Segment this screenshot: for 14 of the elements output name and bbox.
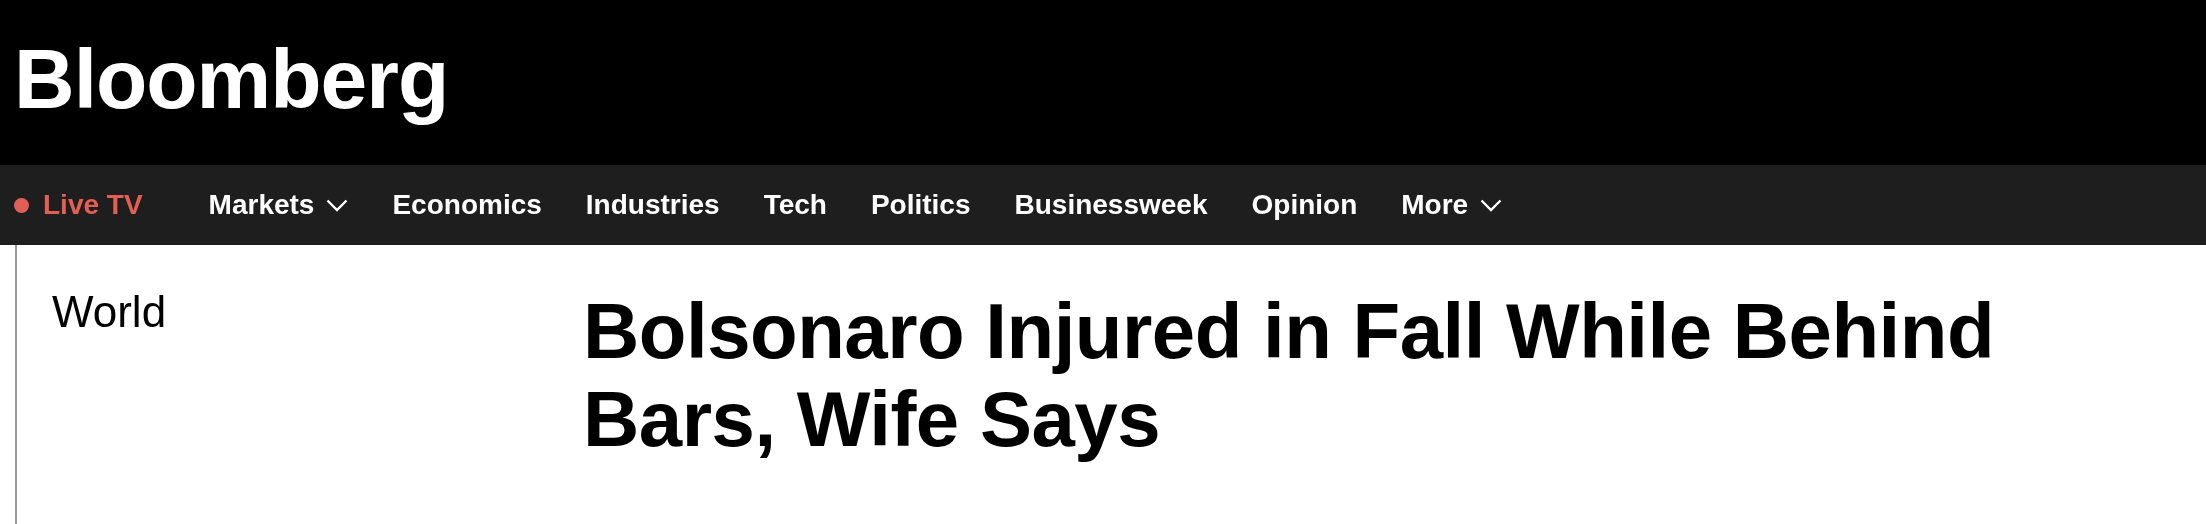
nav-link[interactable]: Economics: [392, 184, 542, 226]
nav-link[interactable]: Industries: [585, 184, 720, 226]
nav-link[interactable]: Politics: [870, 184, 971, 226]
section-label[interactable]: World: [52, 287, 167, 336]
chevron-down-icon: [326, 198, 349, 212]
nav-dropdown[interactable]: Markets: [208, 184, 349, 226]
nav-link[interactable]: Opinion: [1251, 184, 1358, 226]
nav-dropdown[interactable]: More: [1401, 184, 1503, 226]
headline: Bolsonaro Injured in Fall While Behind Bars, Wife Says: [583, 286, 1996, 465]
live-tv-link[interactable]: Live TV: [14, 184, 143, 226]
logo[interactable]: Bloomberg: [14, 36, 449, 129]
chevron-down-icon: [1480, 198, 1503, 212]
nav-link[interactable]: Tech: [763, 184, 827, 226]
nav-link[interactable]: Businessweek: [1014, 184, 1208, 226]
